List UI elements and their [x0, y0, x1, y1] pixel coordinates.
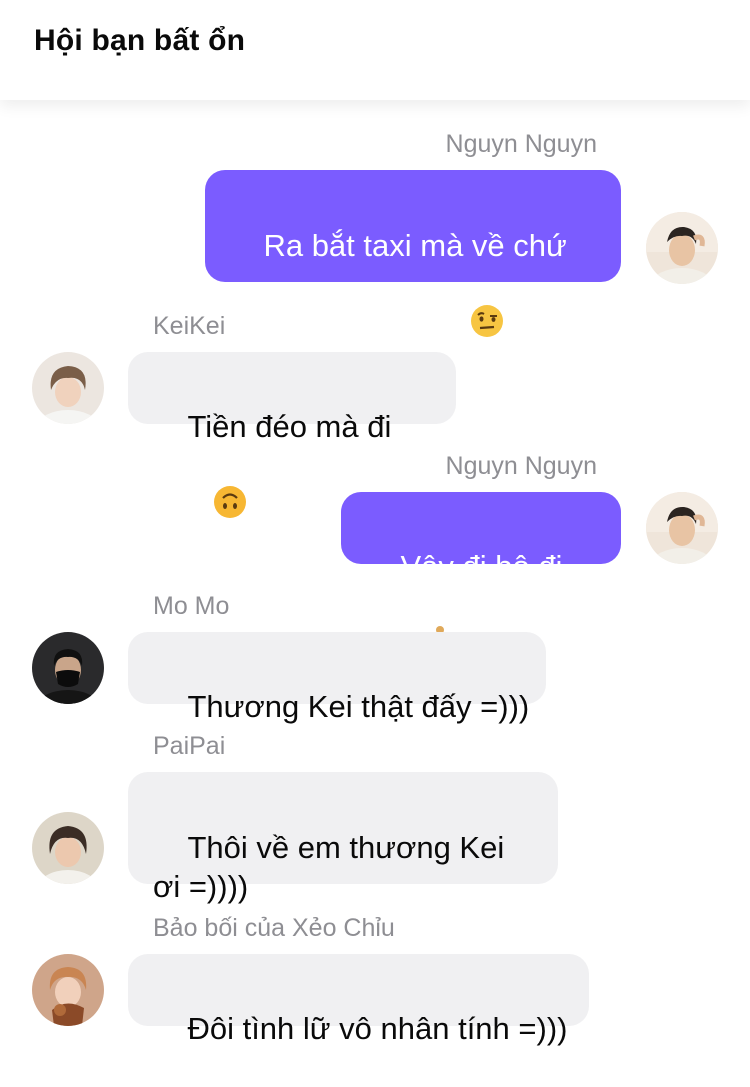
avatar[interactable]	[646, 212, 718, 284]
avatar[interactable]	[32, 352, 104, 424]
message-bubble[interactable]: Tiền đéo mà đi	[128, 352, 456, 518]
message-text: Thương Kei thật đấy =)))	[187, 689, 530, 724]
message-bubble[interactable]: Đôi tình lữ vô nhân tính =)))	[128, 954, 589, 1046]
sender-name: Nguyn Nguyn	[445, 130, 597, 158]
avatar[interactable]	[646, 492, 718, 564]
avatar[interactable]	[32, 632, 104, 704]
message-bubble[interactable]: Ra bắt taxi mà về chứ ai rảnh bỏ bồ	[205, 170, 621, 378]
sender-name: PaiPai	[153, 732, 226, 760]
message-bubble[interactable]: Thôi về em thương Kei ơi =))))	[128, 772, 558, 904]
message-bubble[interactable]: Vậy đi bộ đi	[341, 492, 621, 660]
message-bubble[interactable]: Thương Kei thật đấy =)))	[128, 632, 546, 724]
sender-name: Bảo bối của Xẻo Chỉu	[153, 914, 395, 942]
group-title[interactable]: Hội bạn bất ổn	[34, 24, 245, 58]
avatar[interactable]	[32, 954, 104, 1026]
avatar[interactable]	[32, 812, 104, 884]
sender-name: Mo Mo	[153, 592, 230, 620]
message-text: Đôi tình lữ vô nhân tính =)))	[187, 1011, 568, 1046]
sender-name: Nguyn Nguyn	[445, 452, 597, 480]
sender-name: KeiKei	[153, 312, 226, 340]
chat-header: Hội bạn bất ổn	[0, 0, 750, 100]
message-list[interactable]: Nguyn Nguyn Ra bắt taxi mà về chứ ai rản…	[0, 100, 750, 1046]
upside-down-face-icon	[161, 446, 247, 567]
message-text: Tiền đéo mà đi	[187, 409, 392, 444]
message-text: Thôi về em thương Kei ơi =))))	[153, 830, 513, 904]
message-text: Vậy đi bộ đi	[400, 549, 563, 584]
